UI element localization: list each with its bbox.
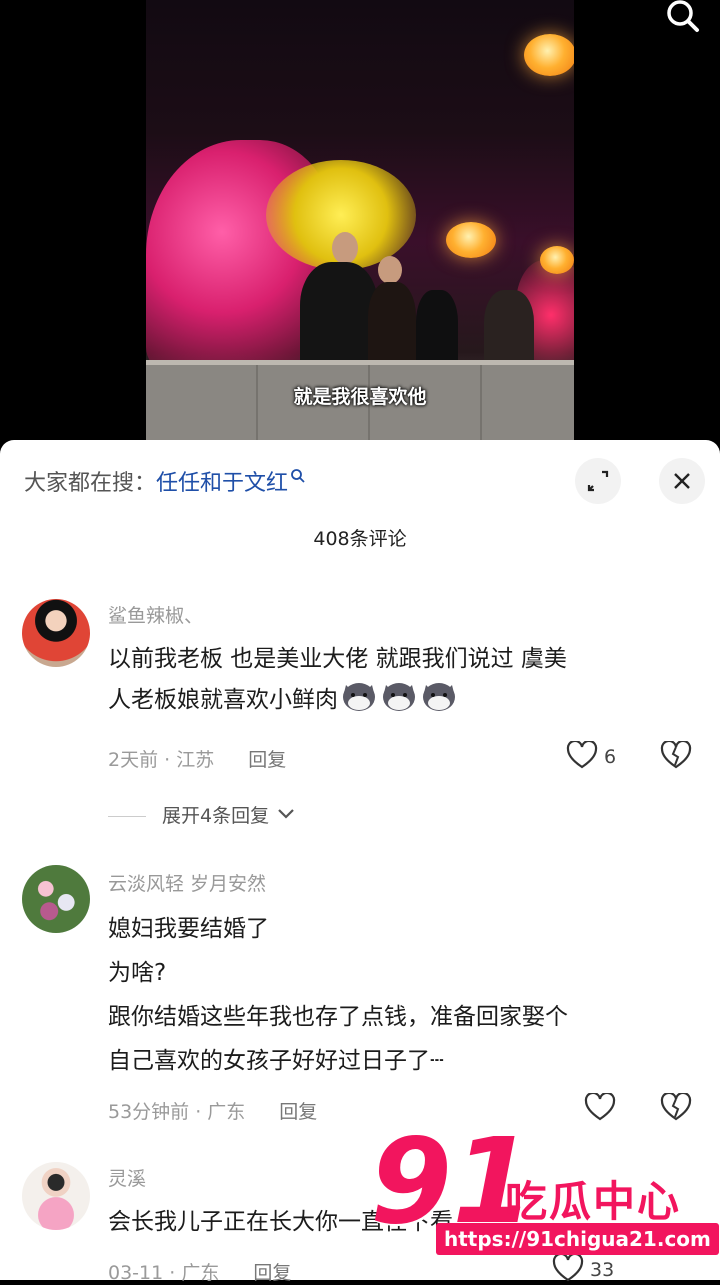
lantern <box>540 246 574 274</box>
comment-line: 以前我老板 也是美业大佬 就跟我们说过 虞美 <box>108 646 567 672</box>
expand-button[interactable] <box>575 458 621 504</box>
comment-username[interactable]: 灵溪 <box>108 1164 146 1191</box>
close-icon <box>674 473 690 489</box>
broken-heart-icon <box>660 739 692 769</box>
reply-button[interactable]: 回复 <box>253 1262 291 1284</box>
dislike-button[interactable] <box>660 1091 692 1121</box>
like-button[interactable]: 6 <box>566 739 617 769</box>
suggest-label: 大家都在搜： <box>24 471 157 496</box>
reply-button[interactable]: 回复 <box>248 749 286 771</box>
reply-button[interactable]: 回复 <box>279 1101 317 1123</box>
dog-emoji-icon <box>380 679 418 713</box>
like-count: 6 <box>604 746 617 768</box>
expand-replies-label: 展开4条回复 <box>162 805 270 827</box>
search-icon[interactable] <box>661 0 705 36</box>
comment-line: 人老板娘就喜欢小鲜肉 <box>108 687 338 713</box>
person-head <box>378 256 402 284</box>
lantern <box>446 222 496 258</box>
search-small-icon <box>290 465 306 490</box>
video-frame <box>146 0 574 440</box>
watermark-logo: 91 吃瓜中心 https://91chigua21.com <box>370 1122 719 1278</box>
person-bystander <box>416 290 458 370</box>
comment-time: 03-11 · 广东 <box>108 1262 220 1284</box>
lantern <box>524 34 574 76</box>
avatar[interactable] <box>22 865 90 933</box>
comment-line-with-emoji: 人老板娘就喜欢小鲜肉 <box>108 679 698 720</box>
heart-icon <box>584 1091 616 1121</box>
comment-meta: 03-11 · 广东 回复 <box>108 1258 291 1285</box>
broken-heart-icon <box>660 1091 692 1121</box>
comment-count: 408条评论 <box>313 528 407 550</box>
heart-icon <box>566 739 598 769</box>
comment-text: 媳妇我要结婚了 为啥? 跟你结婚这些年我也存了点钱，准备回家娶个 自己喜欢的女孩… <box>108 907 698 1083</box>
comment-line: 媳妇我要结婚了 <box>108 916 269 942</box>
dog-emoji-icon <box>420 679 458 713</box>
avatar[interactable] <box>22 599 90 667</box>
dislike-button[interactable] <box>660 739 692 769</box>
expand-replies[interactable]: 展开4条回复 <box>108 801 295 828</box>
person-man <box>300 262 378 370</box>
close-button[interactable] <box>659 458 705 504</box>
expand-icon <box>587 470 609 492</box>
person-head <box>332 232 358 264</box>
person-bystander <box>484 290 534 370</box>
like-button[interactable] <box>584 1091 616 1121</box>
comment-username[interactable]: 云淡风轻 岁月安然 <box>108 869 266 896</box>
search-suggestion[interactable]: 大家都在搜：任任和于文红 <box>24 465 306 497</box>
video-player[interactable]: 就是我很喜欢他 <box>0 0 720 440</box>
comment-time: 53分钟前 · 广东 <box>108 1101 246 1123</box>
video-subtitle: 就是我很喜欢他 <box>293 386 427 408</box>
comment-time: 2天前 · 江苏 <box>108 749 215 771</box>
comment-line: 自己喜欢的女孩子好好过日子了┄ <box>108 1048 444 1074</box>
avatar[interactable] <box>22 1162 90 1230</box>
watermark-url: https://91chigua21.com <box>436 1223 719 1255</box>
watermark-name: 吃瓜中心 <box>505 1177 682 1226</box>
comment-meta: 53分钟前 · 广东 回复 <box>108 1097 317 1124</box>
person-woman <box>368 282 416 368</box>
chevron-down-icon <box>278 809 294 819</box>
suggest-query-link[interactable]: 任任和于文红 <box>156 471 288 496</box>
divider-line <box>108 816 146 817</box>
comment-line: 跟你结婚这些年我也存了点钱，准备回家娶个 <box>108 1004 568 1030</box>
comment-meta: 2天前 · 江苏 回复 <box>108 745 286 772</box>
comment-text: 以前我老板 也是美业大佬 就跟我们说过 虞美 人老板娘就喜欢小鲜肉 <box>108 639 698 720</box>
comment-line: 为啥? <box>108 960 167 986</box>
comment-username[interactable]: 鲨鱼辣椒、 <box>108 601 203 628</box>
dog-emoji-icon <box>340 679 378 713</box>
